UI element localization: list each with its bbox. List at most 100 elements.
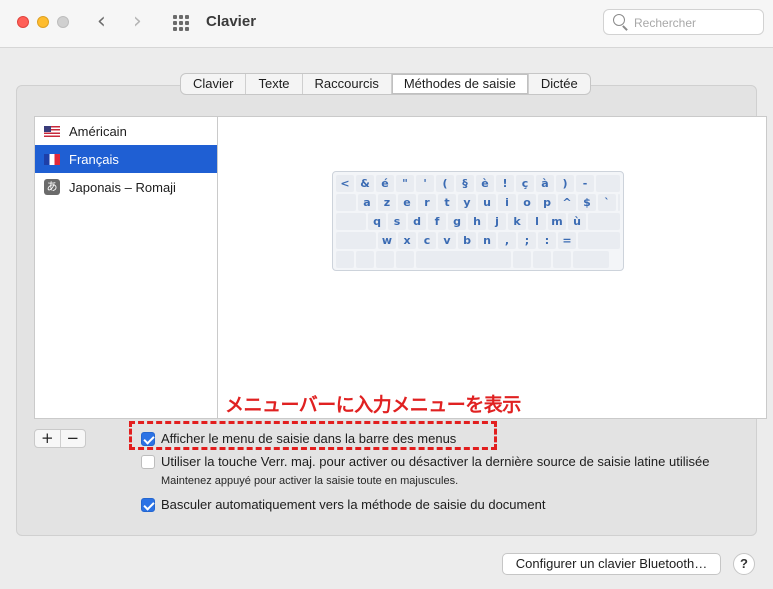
keyboard-key-blank — [336, 251, 354, 268]
keyboard-key: j — [488, 213, 506, 230]
keyboard-row: a z e r t y u i o p ^ $ ` — [336, 194, 620, 211]
keyboard-key-blank — [376, 251, 394, 268]
keyboard-key: § — [456, 175, 474, 192]
keyboard-key: y — [458, 194, 476, 211]
tab-dictee[interactable]: Dictée — [527, 74, 590, 94]
keyboard-key-blank — [553, 251, 571, 268]
keyboard-row: qsdfghjklmù — [336, 213, 620, 230]
keyboard-key: à — [536, 175, 554, 192]
caps-lock-hint: Maintenez appuyé pour activer la saisie … — [161, 475, 459, 487]
keyboard-row: < & é " '(§ è! ç à) - — [336, 175, 620, 192]
keyboard-key: u — [478, 194, 496, 211]
back-arrow-icon[interactable]: ‹ — [97, 10, 106, 34]
caps-lock-label: Utiliser la touche Verr. maj. pour activ… — [161, 454, 710, 469]
keyboard-key: t — [438, 194, 456, 211]
keyboard-key: b — [458, 232, 476, 249]
search-icon — [613, 14, 625, 26]
minimize-window-button[interactable] — [37, 16, 49, 28]
keyboard-key: n — [478, 232, 496, 249]
keyboard-key: : — [538, 232, 556, 249]
keyboard-key: ' — [416, 175, 434, 192]
caps-lock-checkbox[interactable] — [141, 455, 155, 469]
search-field[interactable] — [603, 9, 764, 35]
keyboard-key: m — [548, 213, 566, 230]
keyboard-key-blank — [588, 213, 620, 230]
keyboard-row — [336, 251, 620, 268]
show-menu-label: Afficher le menu de saisie dans la barre… — [161, 431, 457, 446]
keyboard-key: " — [396, 175, 414, 192]
remove-source-button[interactable]: − — [61, 430, 86, 447]
tab-raccourcis[interactable]: Raccourcis — [301, 74, 391, 94]
keyboard-key-blank — [416, 251, 511, 268]
input-source-list: Américain Français あ Japonais – Romaji — [34, 116, 217, 419]
us-flag-icon — [44, 125, 60, 137]
keyboard-key: ^ — [558, 194, 576, 211]
keyboard-key: a — [358, 194, 376, 211]
keyboard-key: ç — [516, 175, 534, 192]
keyboard-key: v — [438, 232, 456, 249]
add-remove-buttons: + − — [34, 429, 86, 448]
auto-switch-checkbox[interactable] — [141, 498, 155, 512]
keyboard-key: z — [378, 194, 396, 211]
keyboard-key: ! — [496, 175, 514, 192]
keyboard-key-blank — [356, 251, 374, 268]
keyboard-key-blank — [573, 251, 609, 268]
keyboard-key: x — [398, 232, 416, 249]
list-item-label: Américain — [69, 123, 127, 139]
window-title: Clavier — [206, 13, 257, 30]
keyboard-key: c — [418, 232, 436, 249]
keyboard-key-blank — [336, 194, 356, 211]
help-button[interactable]: ? — [733, 553, 755, 575]
tab-texte[interactable]: Texte — [245, 74, 301, 94]
keyboard-key: k — [508, 213, 526, 230]
keyboard-key-blank — [596, 175, 620, 192]
keyboard-key: q — [368, 213, 386, 230]
keyboard-key: s — [388, 213, 406, 230]
show-menu-checkbox[interactable] — [141, 432, 155, 446]
add-source-button[interactable]: + — [35, 430, 61, 447]
keyboard-key: o — [518, 194, 536, 211]
search-input[interactable] — [634, 14, 759, 31]
fr-flag-icon — [44, 153, 60, 165]
keyboard-key-blank — [618, 194, 620, 211]
keyboard-key: p — [538, 194, 556, 211]
list-item-japonais-romaji[interactable]: あ Japonais – Romaji — [35, 173, 217, 201]
forward-arrow-icon[interactable]: › — [133, 10, 142, 34]
keyboard-key: w — [378, 232, 396, 249]
tab-methodes-de-saisie[interactable]: Méthodes de saisie — [390, 74, 528, 94]
zoom-window-button[interactable] — [57, 16, 69, 28]
title-bar: ‹ › Clavier — [0, 0, 773, 48]
keyboard-key-blank — [336, 232, 376, 249]
japanese-input-icon: あ — [44, 179, 60, 195]
keyboard-key-blank — [578, 232, 620, 249]
keyboard-key: $ — [578, 194, 596, 211]
keyboard-key: , — [498, 232, 516, 249]
keyboard-layout-preview: < & é " '(§ è! ç à) - a z e r t y u i o p ^ $ ` q s d f g h j k l m ù w x c… — [332, 171, 624, 271]
list-item-francais[interactable]: Français — [35, 145, 217, 173]
keyboard-key: è — [476, 175, 494, 192]
keyboard-key: ù — [568, 213, 586, 230]
keyboard-key: g — [448, 213, 466, 230]
keyboard-key: i — [498, 194, 516, 211]
keyboard-key: ) — [556, 175, 574, 192]
keyboard-key: - — [576, 175, 594, 192]
keyboard-key: r — [418, 194, 436, 211]
list-item-label: Français — [69, 151, 119, 167]
tab-bar: Clavier Texte Raccourcis Méthodes de sai… — [180, 73, 591, 95]
configure-bluetooth-keyboard-button[interactable]: Configurer un clavier Bluetooth… — [502, 553, 721, 575]
keyboard-key: & — [356, 175, 374, 192]
keyboard-key-blank — [533, 251, 551, 268]
list-item-americain[interactable]: Américain — [35, 117, 217, 145]
keyboard-key: l — [528, 213, 546, 230]
close-window-button[interactable] — [17, 16, 29, 28]
tab-clavier[interactable]: Clavier — [181, 74, 245, 94]
keyboard-key: é — [376, 175, 394, 192]
keyboard-row: w x c v b n,;: = — [336, 232, 620, 249]
show-all-grid-icon[interactable] — [173, 15, 191, 31]
keyboard-key-blank — [336, 213, 366, 230]
keyboard-key-blank — [513, 251, 531, 268]
keyboard-key: d — [408, 213, 426, 230]
keyboard-key: e — [398, 194, 416, 211]
keyboard-key: = — [558, 232, 576, 249]
keyboard-key: ; — [518, 232, 536, 249]
